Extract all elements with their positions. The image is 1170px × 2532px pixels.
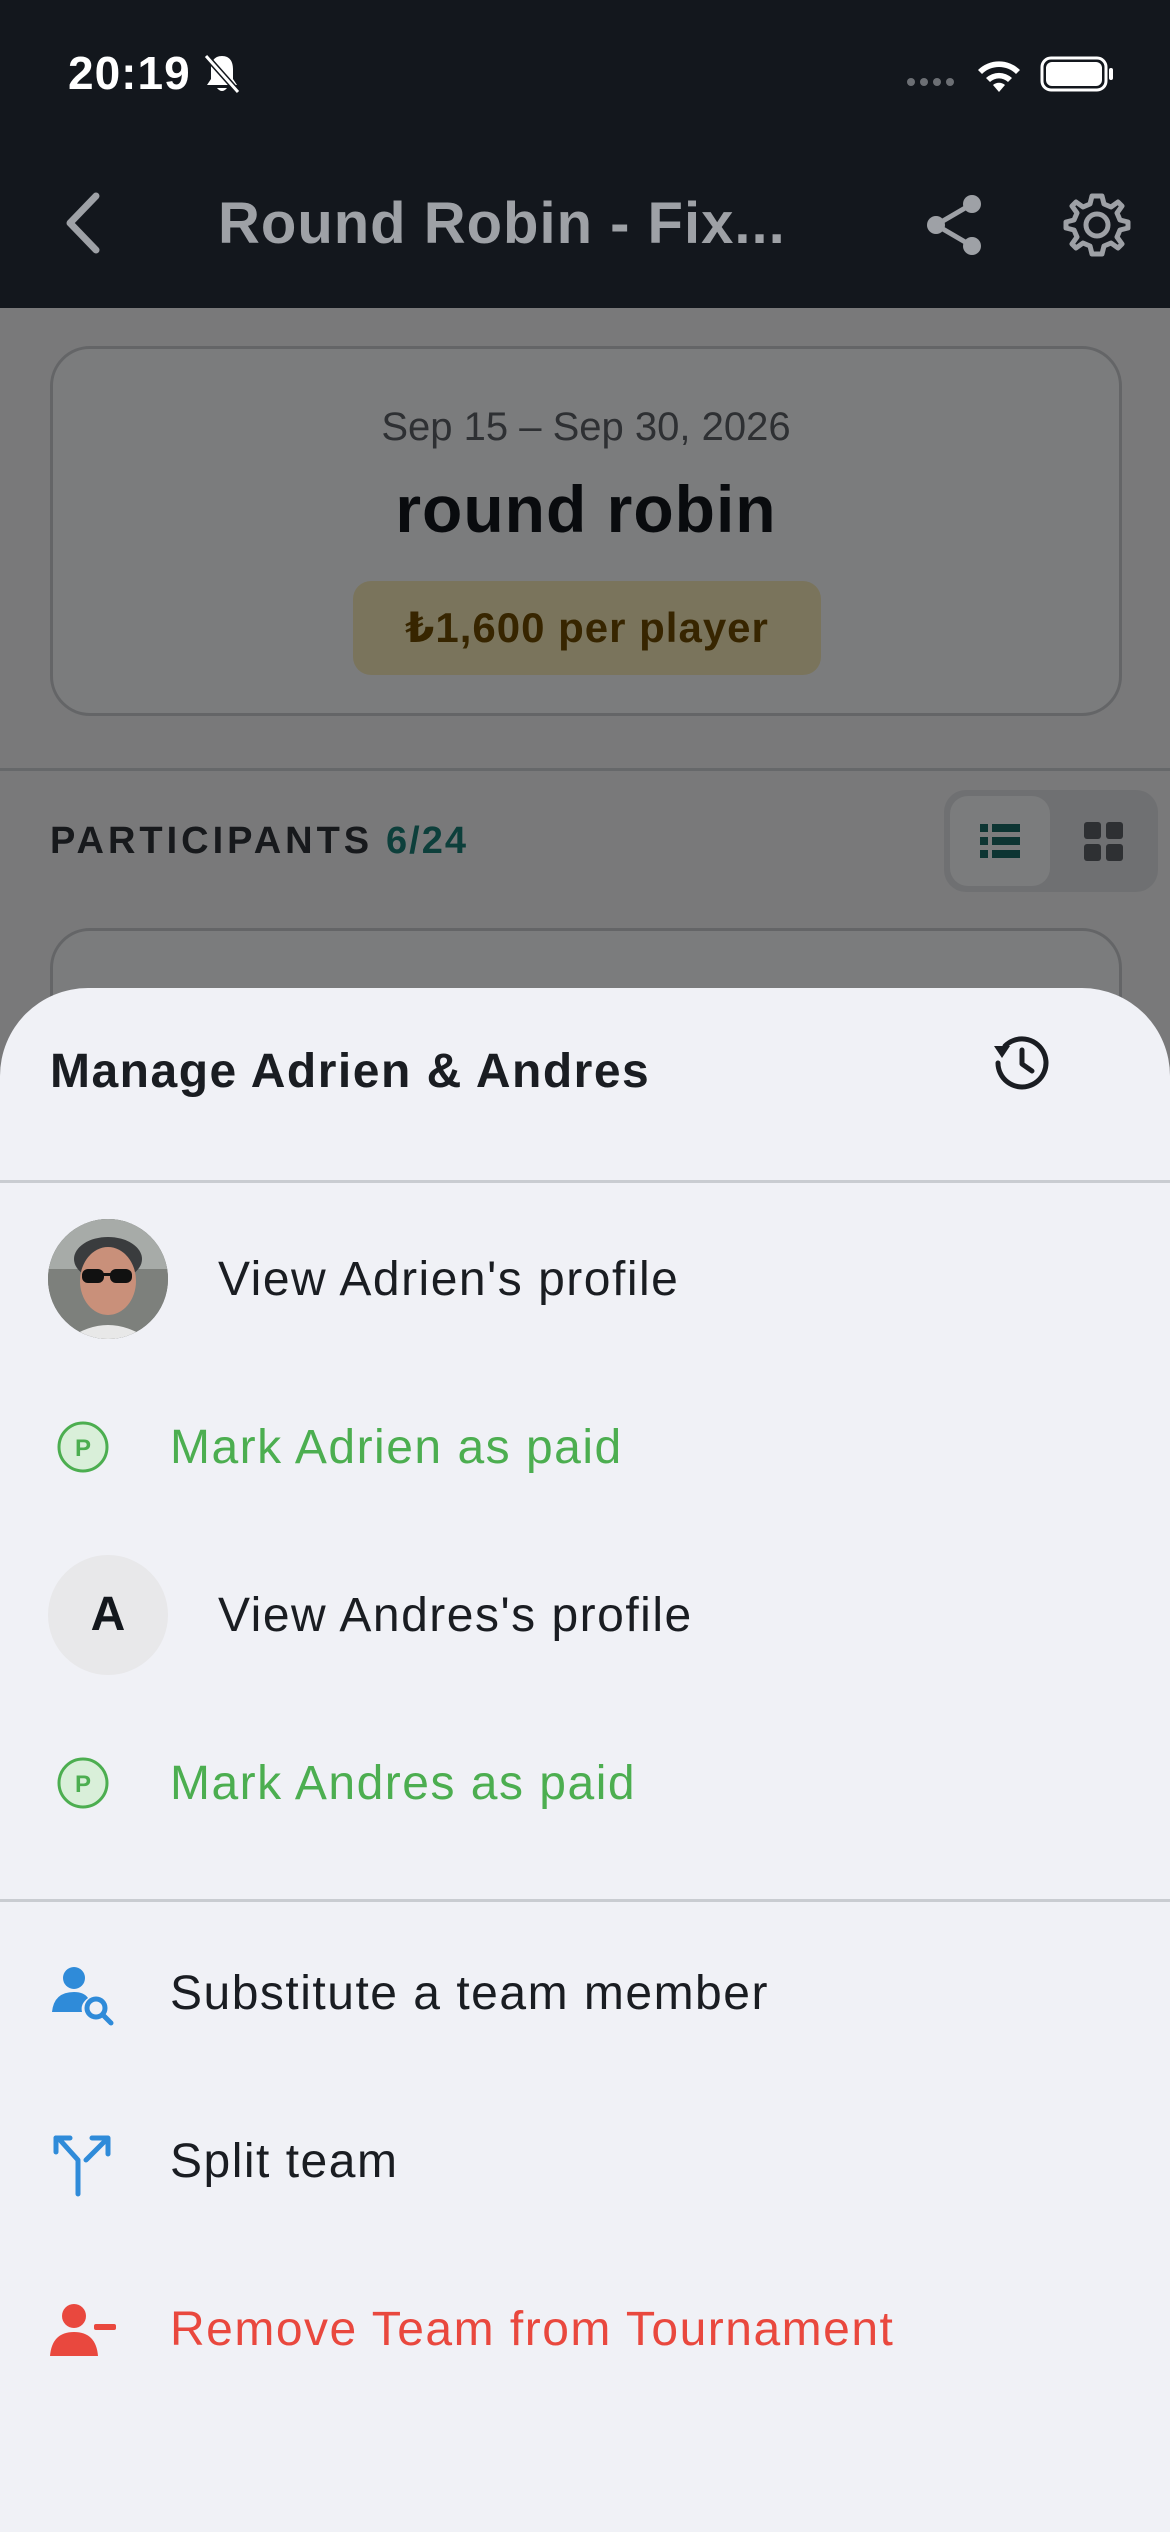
adrien-avatar-image [48,1219,168,1339]
avatar [48,1219,168,1339]
manage-team-sheet: Manage Adrien & Andres View Adrien's pro… [0,988,1170,2532]
page-title: Round Robin - Fix... [218,191,786,256]
split-team-row[interactable]: Split team [0,2090,1170,2240]
svg-text:P: P [75,1771,91,1798]
bell-slash-icon [203,54,241,94]
top-bar: 20:19 Round Robin - Fix... [0,0,1170,308]
battery-icon [1040,56,1113,92]
mark-adrien-paid-row[interactable]: P Mark Adrien as paid [0,1372,1170,1522]
history-icon[interactable] [986,1028,1056,1098]
substitute-member-row[interactable]: Substitute a team member [0,1922,1170,2072]
mark-adrien-label: Mark Adrien as paid [170,1421,623,1474]
substitute-label: Substitute a team member [170,1967,769,2020]
paid-p-icon: P [57,1421,109,1473]
wifi-icon [978,61,1020,92]
view-adrien-label: View Adrien's profile [218,1253,680,1306]
person-search-icon [52,1967,114,2026]
paid-p-icon: P [57,1757,109,1809]
mark-andres-paid-row[interactable]: P Mark Andres as paid [0,1708,1170,1858]
status-time: 20:19 [68,47,191,99]
sheet-title: Manage Adrien & Andres [50,1045,651,1098]
divider [0,1180,1170,1183]
remove-label: Remove Team from Tournament [170,2303,895,2356]
view-andres-label: View Andres's profile [218,1589,693,1642]
split-arrows-icon [53,2135,111,2197]
gear-icon[interactable] [1062,190,1132,260]
view-adrien-profile-row[interactable]: View Adrien's profile [0,1204,1170,1354]
mark-andres-label: Mark Andres as paid [170,1757,637,1810]
status-bar: 20:19 [0,0,1170,150]
signal-icon [907,78,954,86]
split-label: Split team [170,2135,399,2188]
svg-text:P: P [75,1435,91,1462]
avatar: A [48,1555,168,1675]
divider [0,1899,1170,1902]
view-andres-profile-row[interactable]: A View Andres's profile [0,1540,1170,1690]
back-chevron-icon[interactable] [56,186,112,260]
share-icon[interactable] [920,190,990,260]
person-remove-icon [50,2304,116,2356]
remove-team-row[interactable]: Remove Team from Tournament [0,2258,1170,2408]
